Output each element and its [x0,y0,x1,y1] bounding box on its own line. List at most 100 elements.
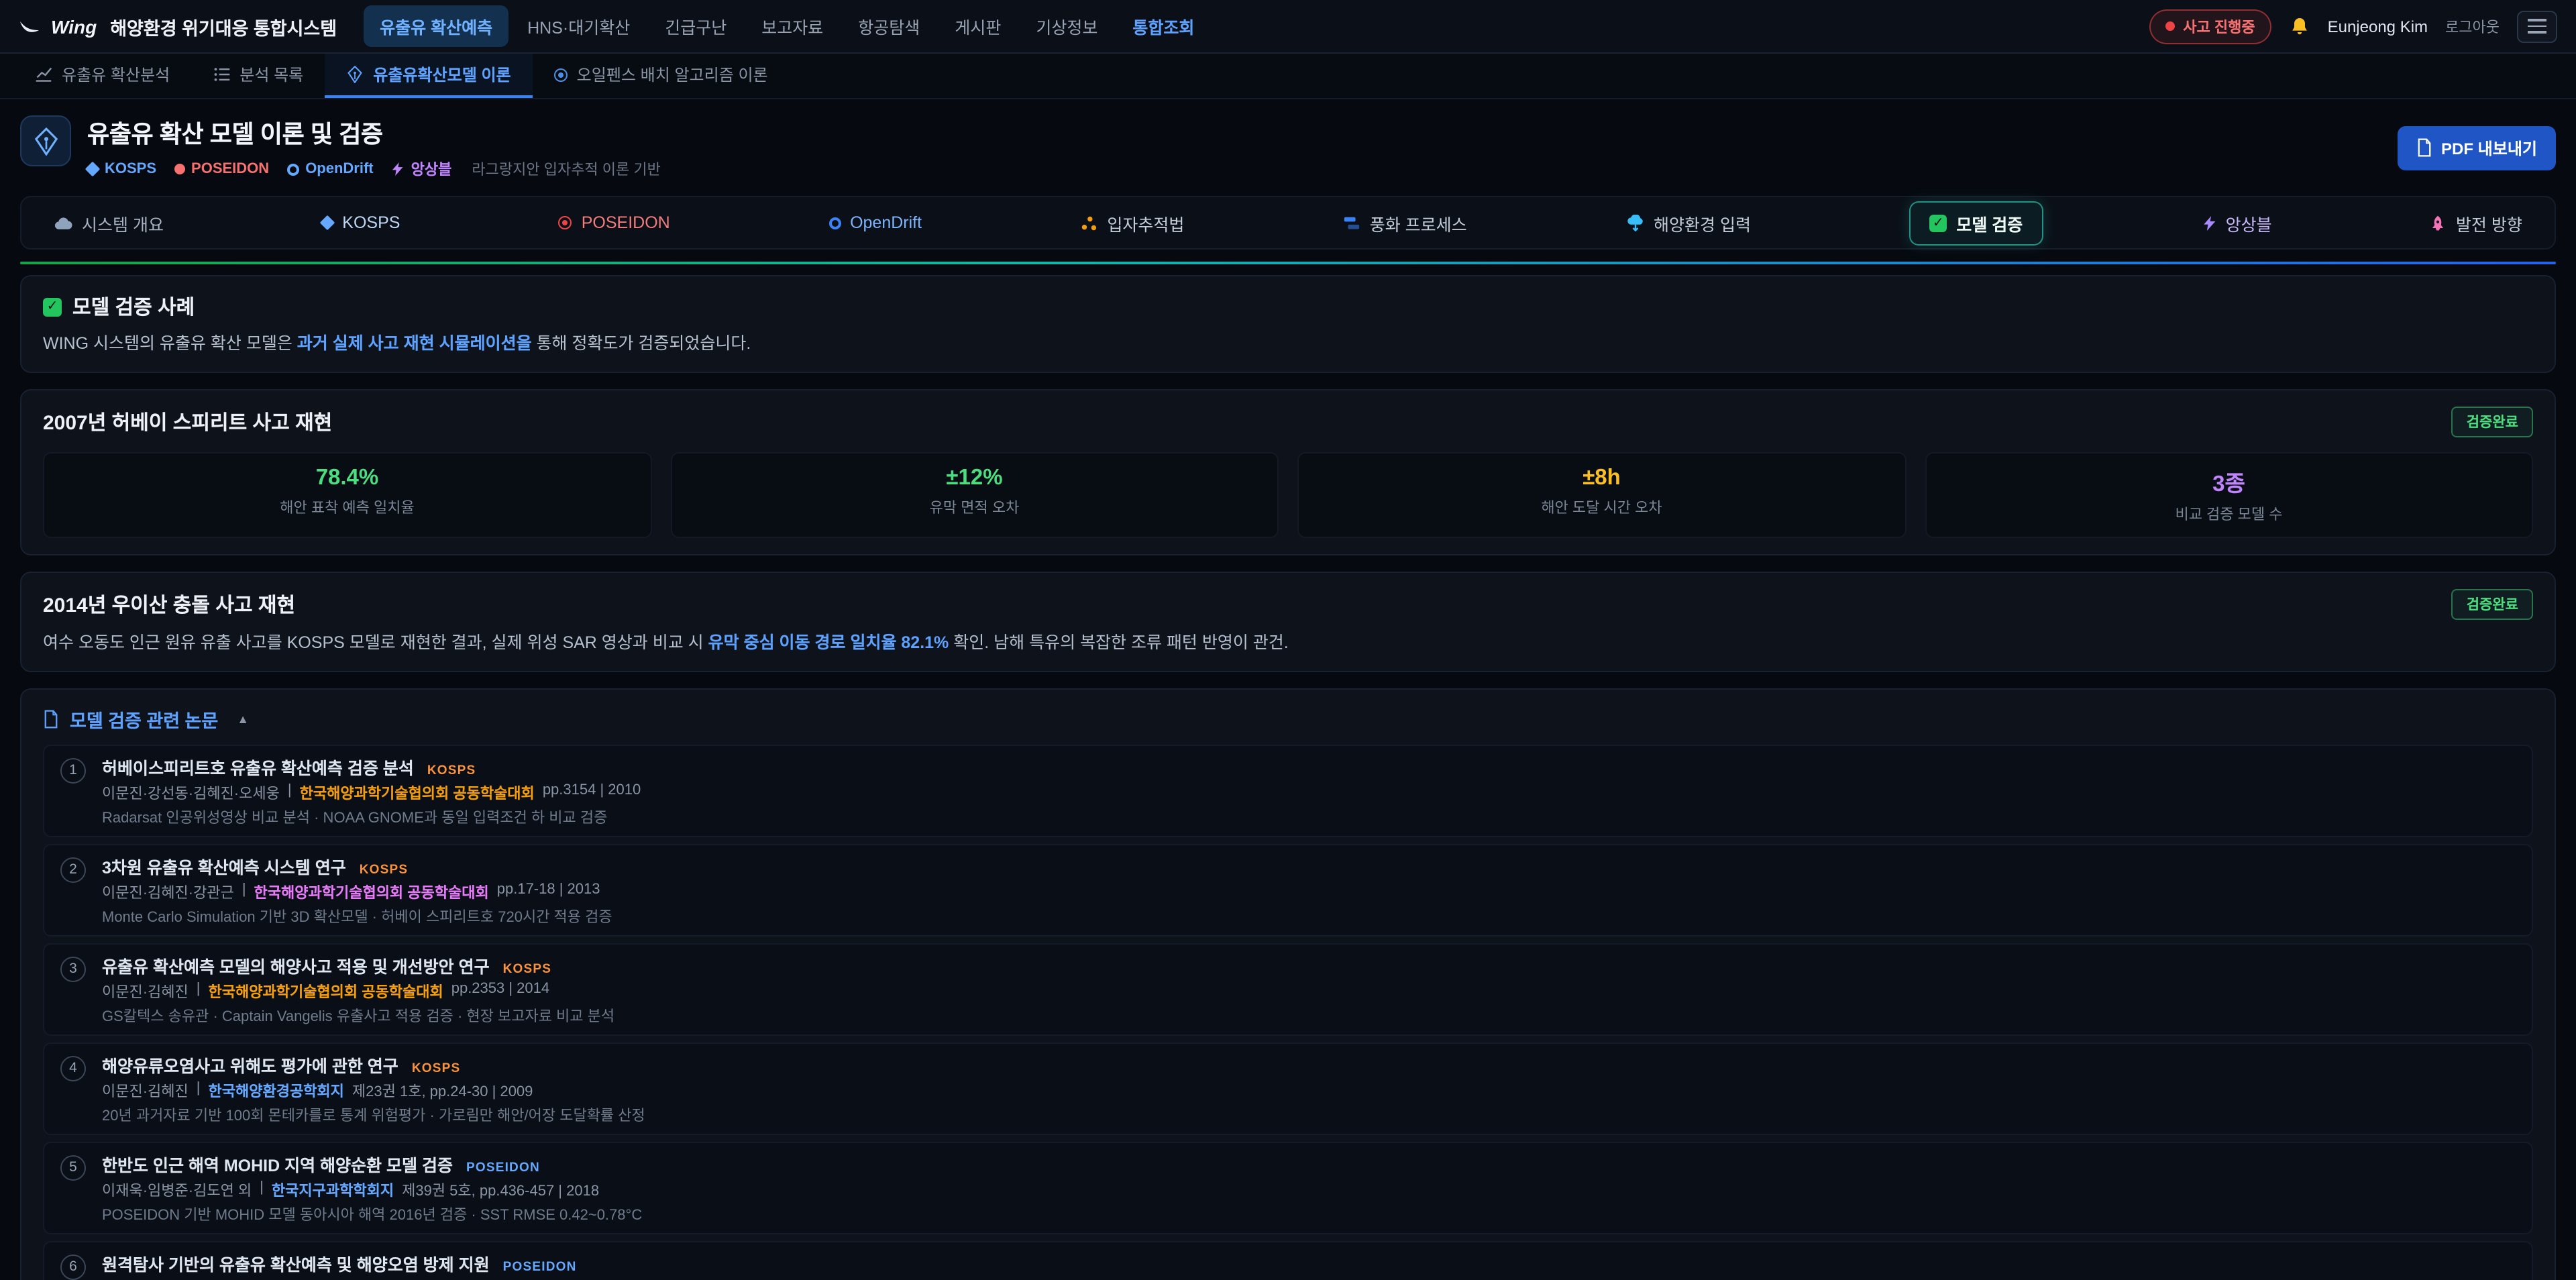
tab-model-theory[interactable]: 유출유확산모델 이론 [325,54,532,98]
nav-item-aerial-search[interactable]: 항공탐색 [842,5,936,47]
snav-future-direction[interactable]: 발전 방향 [2430,210,2522,235]
page-header: 유출유 확산 모델 이론 및 검증 KOSPS POSEIDON OpenDri… [20,115,2556,180]
nav-item-oil-spill-forecast[interactable]: 유출유 확산예측 [364,5,508,47]
tag-ensemble: 앙상블 [391,158,452,180]
paper-authors: 이문진·김혜진·강관근 [102,882,234,903]
nav-item-hns[interactable]: HNS·대기확산 [511,5,646,47]
paper-meta: pp.2353 | 2014 [451,981,549,1002]
ring-icon [828,217,841,229]
paper-venue: 한국지구과학학회지 [272,1179,394,1201]
section-nav: 시스템 개요 KOSPS POSEIDON OpenDrift 입자추적법 [20,196,2556,250]
paper-number: 1 [60,758,86,784]
paper-title[interactable]: 해양유류오염사고 위해도 평가에 관한 연구 [102,1052,398,1077]
paper-title[interactable]: 허베이스피리트호 유출유 확산예측 검증 분석 [102,754,414,780]
paper-meta: pp.17-18 | 2013 [497,882,600,903]
brand[interactable]: Wing 해양환경 위기대응 통합시스템 [19,13,337,40]
paper-authors: 이재욱·임병준·김도연 외 [102,1179,252,1201]
paper-description: POSEIDON 기반 MOHID 모델 동아시아 해역 2016년 검증 · … [102,1204,642,1225]
paper-number: 6 [60,1255,86,1280]
paper-authors: 이문진·강선동·김혜진·오세웅 [102,782,280,804]
check-square-icon [1929,214,1947,231]
ring-icon [286,163,299,175]
hebei-spirit-card: 2007년 허베이 스피리트 사고 재현 검증완료 78.4% 해안 표착 예측… [20,389,2556,555]
paper-number: 5 [60,1155,86,1181]
stat-model-count: 3종 비교 검증 모델 수 [1925,452,2533,538]
wuisan-highlight: 유막 중심 이동 경로 일치율 82.1% [708,633,949,652]
tab-label: 분석 목록 [239,63,303,86]
paper-item[interactable]: 2 3차원 유출유 확산예측 시스템 연구 KOSPS 이문진·김혜진·강관근 … [43,844,2533,937]
target-icon [559,216,572,229]
collapse-toggle-icon[interactable]: ▲ [237,712,249,726]
snav-weathering[interactable]: 풍화 프로세스 [1343,210,1467,235]
paper-item[interactable]: 4 해양유류오염사고 위해도 평가에 관한 연구 KOSPS 이문진·김혜진 |… [43,1043,2533,1135]
paper-number: 4 [60,1056,86,1081]
paper-item[interactable]: 3 유출유 확산예측 모델의 해양사고 적용 및 개선방안 연구 KOSPS 이… [43,943,2533,1036]
app-title: 해양환경 위기대응 통합시스템 [110,13,337,40]
wuisan-text: 여수 오동도 인근 원유 유출 사고를 KOSPS 모델로 재현한 결과, 실제… [43,632,2533,655]
paper-authors: 이문진·김혜진 [102,1080,189,1102]
snav-ensemble[interactable]: 앙상블 [2202,210,2272,235]
layers-icon [1343,214,1360,231]
bell-icon[interactable] [2289,15,2310,37]
page-title: 유출유 확산 모델 이론 및 검증 [87,115,661,150]
cloud-download-icon [1625,214,1644,231]
validation-intro-card: 모델 검증 사례 WING 시스템의 유출유 확산 모델은 과거 실제 사고 재… [20,275,2556,373]
nav-item-reports[interactable]: 보고자료 [745,5,839,47]
nav-item-integrated-search[interactable]: 통합조회 [1116,5,1210,47]
snav-poseidon[interactable]: POSEIDON [559,213,670,232]
paper-description: GS칼텍스 송유관 · Captain Vangelis 유출사고 적용 검증 … [102,1005,614,1026]
paper-venue: 한국해양과학기술협의회 공동학술대회 [209,981,443,1002]
document-icon [43,710,59,729]
paper-list: 1 허베이스피리트호 유출유 확산예측 검증 분석 KOSPS 이문진·강선동·… [43,745,2533,1280]
tag-opendrift: OpenDrift [286,161,373,177]
alert-dot-icon [2165,21,2175,31]
rocket-icon [2430,214,2447,231]
paper-description: 20년 과거자료 기반 100회 몬테카를로 통계 위험평가 · 가로림만 해안… [102,1104,645,1126]
nav-item-weather[interactable]: 기상정보 [1020,5,1114,47]
paper-model-tag: POSEIDON [466,1161,540,1175]
snav-particle-tracking[interactable]: 입자추적법 [1080,210,1184,235]
snav-opendrift[interactable]: OpenDrift [828,213,922,232]
paper-item[interactable]: 6 원격탐사 기반의 유출유 확산예측 및 해양오염 방제 지원 POSEIDO… [43,1241,2533,1280]
sub-tabbar: 유출유 확산분석 분석 목록 유출유확산모델 이론 오일펜스 배치 알고리즘 이… [0,54,2576,99]
hamburger-menu-icon[interactable] [2517,10,2557,42]
card-title: 2014년 우이산 충돌 사고 재현 [43,590,295,619]
bolt-icon [391,161,405,177]
page-icon-pen-nib [20,115,71,166]
paper-authors: 이문진·김혜진 [102,981,189,1002]
tab-oil-boom-theory[interactable]: 오일펜스 배치 알고리즘 이론 [533,54,790,98]
paper-model-tag: KOSPS [427,763,476,778]
paper-venue: 한국해양과학기술협의회 공동학술대회 [254,882,489,903]
particles-icon [1080,214,1097,231]
logout-button[interactable]: 로그아웃 [2445,15,2500,37]
paper-title[interactable]: 한반도 인근 해역 MOHID 지역 해양순환 모델 검증 [102,1151,453,1177]
incident-status-badge[interactable]: 사고 진행중 [2149,9,2271,44]
paper-title[interactable]: 원격탐사 기반의 유출유 확산예측 및 해양오염 방제 지원 [102,1250,490,1276]
paper-title[interactable]: 3차원 유출유 확산예측 시스템 연구 [102,853,346,879]
incident-status-label: 사고 진행중 [2183,15,2255,37]
snav-ocean-env-input[interactable]: 해양환경 입력 [1625,210,1751,235]
paper-meta: 제23권 1호, pp.24-30 | 2009 [352,1080,533,1102]
separator: | [197,981,201,1002]
stat-slick-area-error: ±12% 유막 면적 오차 [670,452,1279,538]
paper-model-tag: POSEIDON [503,1260,577,1275]
stats-row: 78.4% 해안 표착 예측 일치율 ±12% 유막 면적 오차 ±8h 해안 … [43,452,2533,538]
paper-title[interactable]: 유출유 확산예측 모델의 해양사고 적용 및 개선방안 연구 [102,953,490,978]
tab-analysis-list[interactable]: 분석 목록 [191,54,325,98]
oil-boom-icon [554,68,568,81]
top-navbar: Wing 해양환경 위기대응 통합시스템 유출유 확산예측 HNS·대기확산 긴… [0,0,2576,54]
paper-item[interactable]: 5 한반도 인근 해역 MOHID 지역 해양순환 모델 검증 POSEIDON… [43,1142,2533,1234]
paper-venue: 한국해양과학기술협의회 공동학술대회 [300,782,535,804]
paper-number: 2 [60,857,86,883]
card-title: 2007년 허베이 스피리트 사고 재현 [43,408,332,436]
pdf-export-button[interactable]: PDF 내보내기 [2397,125,2556,170]
snav-model-validation[interactable]: 모델 검증 [1909,201,2043,245]
tab-spill-analysis[interactable]: 유출유 확산분석 [13,54,191,98]
nav-item-rescue[interactable]: 긴급구난 [649,5,743,47]
paper-meta: 제39권 5호, pp.436-457 | 2018 [402,1179,599,1201]
paper-item[interactable]: 1 허베이스피리트호 유출유 확산예측 검증 분석 KOSPS 이문진·강선동·… [43,745,2533,837]
snav-kosps[interactable]: KOSPS [322,213,400,232]
nav-item-board[interactable]: 게시판 [938,5,1017,47]
snav-system-overview[interactable]: 시스템 개요 [54,210,164,235]
intro-highlight: 과거 실제 사고 재현 시뮬레이션을 [297,334,532,353]
